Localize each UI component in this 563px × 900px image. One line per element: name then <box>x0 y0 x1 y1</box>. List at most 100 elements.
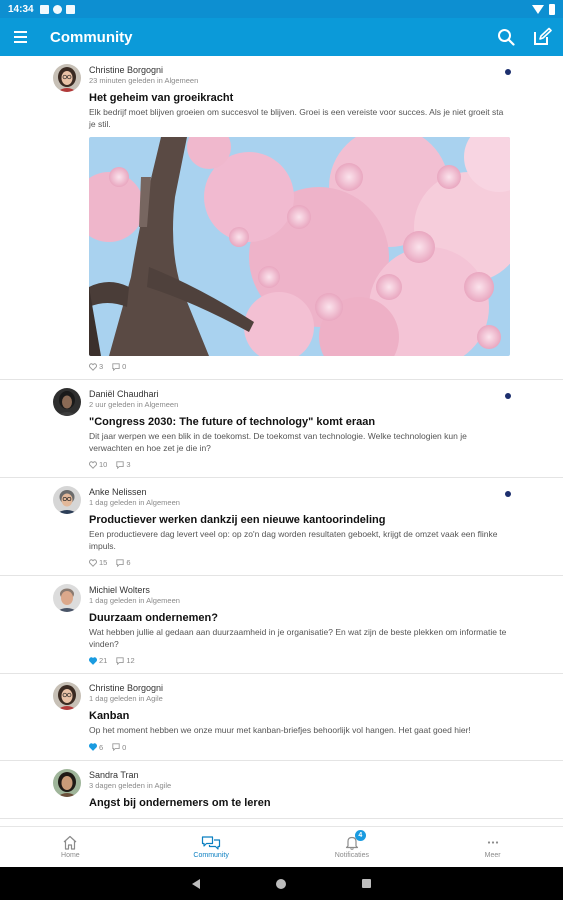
post-card[interactable]: Anke Nelissen 1 dag geleden in Algemeen … <box>0 478 563 576</box>
post-author[interactable]: Michiel Wolters <box>89 585 511 596</box>
clipboard-icon <box>65 4 75 14</box>
more-dots-icon <box>487 841 498 844</box>
nav-more[interactable]: Meer <box>422 827 563 867</box>
wifi-icon <box>532 4 544 14</box>
post-author[interactable]: Christine Borgogni <box>89 65 511 76</box>
post-excerpt: Wat hebben jullie al gedaan aan duurzaam… <box>89 627 507 649</box>
post-title[interactable]: Duurzaam ondernemen? <box>89 611 511 625</box>
back-icon[interactable] <box>192 878 200 889</box>
post-meta: 1 dag geleden in Agile <box>89 694 163 703</box>
battery-icon <box>549 3 555 15</box>
post-excerpt: Elk bedrijf moet blijven groeien om succ… <box>89 107 504 129</box>
post-card[interactable]: Christine Borgogni 1 dag geleden in Agil… <box>0 674 563 761</box>
avatar[interactable] <box>53 682 81 710</box>
avatar[interactable] <box>53 768 81 797</box>
comment-button[interactable]: 0 <box>112 743 126 752</box>
app-bar: Community <box>0 18 563 56</box>
comment-count: 6 <box>126 558 131 567</box>
post-title[interactable]: Kanban <box>89 709 511 723</box>
comment-icon <box>112 362 120 371</box>
like-button[interactable]: 10 <box>89 460 107 469</box>
like-count: 15 <box>99 558 108 567</box>
heart-icon <box>89 460 97 469</box>
post-meta: 1 dag geleden in Algemeen <box>89 596 180 605</box>
status-time: 14:34 <box>8 3 34 15</box>
like-count: 21 <box>99 656 108 665</box>
post-author[interactable]: Daniël Chaudhari <box>89 389 511 400</box>
page-title: Community <box>50 28 133 46</box>
like-button[interactable]: 6 <box>89 743 103 752</box>
comment-count: 0 <box>122 362 127 371</box>
post-card[interactable]: Daniël Chaudhari 2 uur geleden in Algeme… <box>0 380 563 478</box>
post-title[interactable]: "Congress 2030: The future of technology… <box>89 415 511 429</box>
like-count: 6 <box>99 742 104 752</box>
post-image-cherry-blossom[interactable] <box>89 137 510 356</box>
avatar[interactable] <box>53 486 81 514</box>
notification-icon <box>39 4 49 14</box>
comment-icon <box>112 743 120 751</box>
heart-icon <box>89 558 97 567</box>
comment-icon <box>116 460 124 469</box>
nav-community[interactable]: Community <box>141 827 282 867</box>
search-icon[interactable] <box>493 24 519 50</box>
comment-icon <box>116 558 124 567</box>
comment-icon <box>116 656 124 665</box>
post-author[interactable]: Sandra Tran <box>89 770 511 781</box>
avatar[interactable] <box>53 388 81 416</box>
comment-count: 12 <box>126 656 135 665</box>
avatar[interactable] <box>53 64 81 92</box>
post-title[interactable]: Het geheim van groeikracht <box>89 91 511 105</box>
post-excerpt: Een productievere dag levert veel op: op… <box>89 529 498 551</box>
like-count: 10 <box>99 460 108 469</box>
unread-indicator <box>505 393 511 399</box>
post-author[interactable]: Christine Borgogni <box>89 683 511 694</box>
hamburger-menu-icon[interactable] <box>0 18 40 56</box>
chat-bubbles-icon <box>202 836 221 850</box>
heart-icon <box>89 743 97 751</box>
comment-button[interactable]: 0 <box>112 362 126 371</box>
post-card[interactable]: Michiel Wolters 1 dag geleden in Algemee… <box>0 576 563 674</box>
post-excerpt: Op het moment hebben we onze muur met ka… <box>89 725 471 735</box>
nav-label: Notificaties <box>334 852 369 859</box>
comment-button[interactable]: 12 <box>116 656 135 665</box>
notification-badge: 4 <box>354 830 366 841</box>
app-notification-icon <box>52 4 62 14</box>
post-meta: 2 uur geleden in Algemeen <box>89 400 179 409</box>
unread-indicator <box>505 491 511 497</box>
post-author[interactable]: Anke Nelissen <box>89 487 511 498</box>
heart-icon <box>89 656 97 665</box>
post-title[interactable]: Angst bij ondernemers om te leren <box>89 796 511 810</box>
status-bar: 14:34 <box>0 0 563 18</box>
comment-count: 3 <box>126 460 131 469</box>
unread-indicator <box>505 69 511 75</box>
post-card[interactable]: Sandra Tran 3 dagen geleden in Agile Ang… <box>0 761 563 819</box>
post-feed[interactable]: Christine Borgogni 23 minuten geleden in… <box>0 56 563 826</box>
like-button[interactable]: 15 <box>89 558 107 567</box>
nav-label: Community <box>193 852 229 859</box>
recents-icon[interactable] <box>362 879 371 888</box>
nav-label: Meer <box>484 852 501 859</box>
post-meta: 23 minuten geleden in Algemeen <box>89 76 199 85</box>
comment-button[interactable]: 6 <box>116 558 131 567</box>
post-title[interactable]: Productiever werken dankzij een nieuwe k… <box>89 513 511 527</box>
post-meta: 3 dagen geleden in Agile <box>89 780 172 790</box>
post-excerpt: Dit jaar werpen we een blik in de toekom… <box>89 431 467 453</box>
compose-icon[interactable] <box>529 24 555 50</box>
nav-notifications[interactable]: 4 Notificaties <box>282 827 423 867</box>
nav-label: Home <box>61 852 80 859</box>
app-root: 14:34 Community Christine Borgogni 23 mi… <box>0 0 563 900</box>
post-meta: 1 dag geleden in Algemeen <box>89 498 180 507</box>
comment-button[interactable]: 3 <box>116 460 131 469</box>
bottom-navigation: Home Community 4 Notificaties Meer <box>0 826 563 867</box>
post-card[interactable]: Christine Borgogni 23 minuten geleden in… <box>0 56 563 380</box>
avatar[interactable] <box>53 584 81 612</box>
system-navigation-bar <box>0 867 563 900</box>
nav-home[interactable]: Home <box>0 827 141 867</box>
home-icon <box>63 835 77 850</box>
heart-icon <box>89 362 97 371</box>
like-count: 3 <box>99 362 104 371</box>
like-button[interactable]: 21 <box>89 656 107 665</box>
like-button[interactable]: 3 <box>89 362 103 371</box>
system-home-icon[interactable] <box>276 878 286 889</box>
comment-count: 0 <box>122 742 127 752</box>
